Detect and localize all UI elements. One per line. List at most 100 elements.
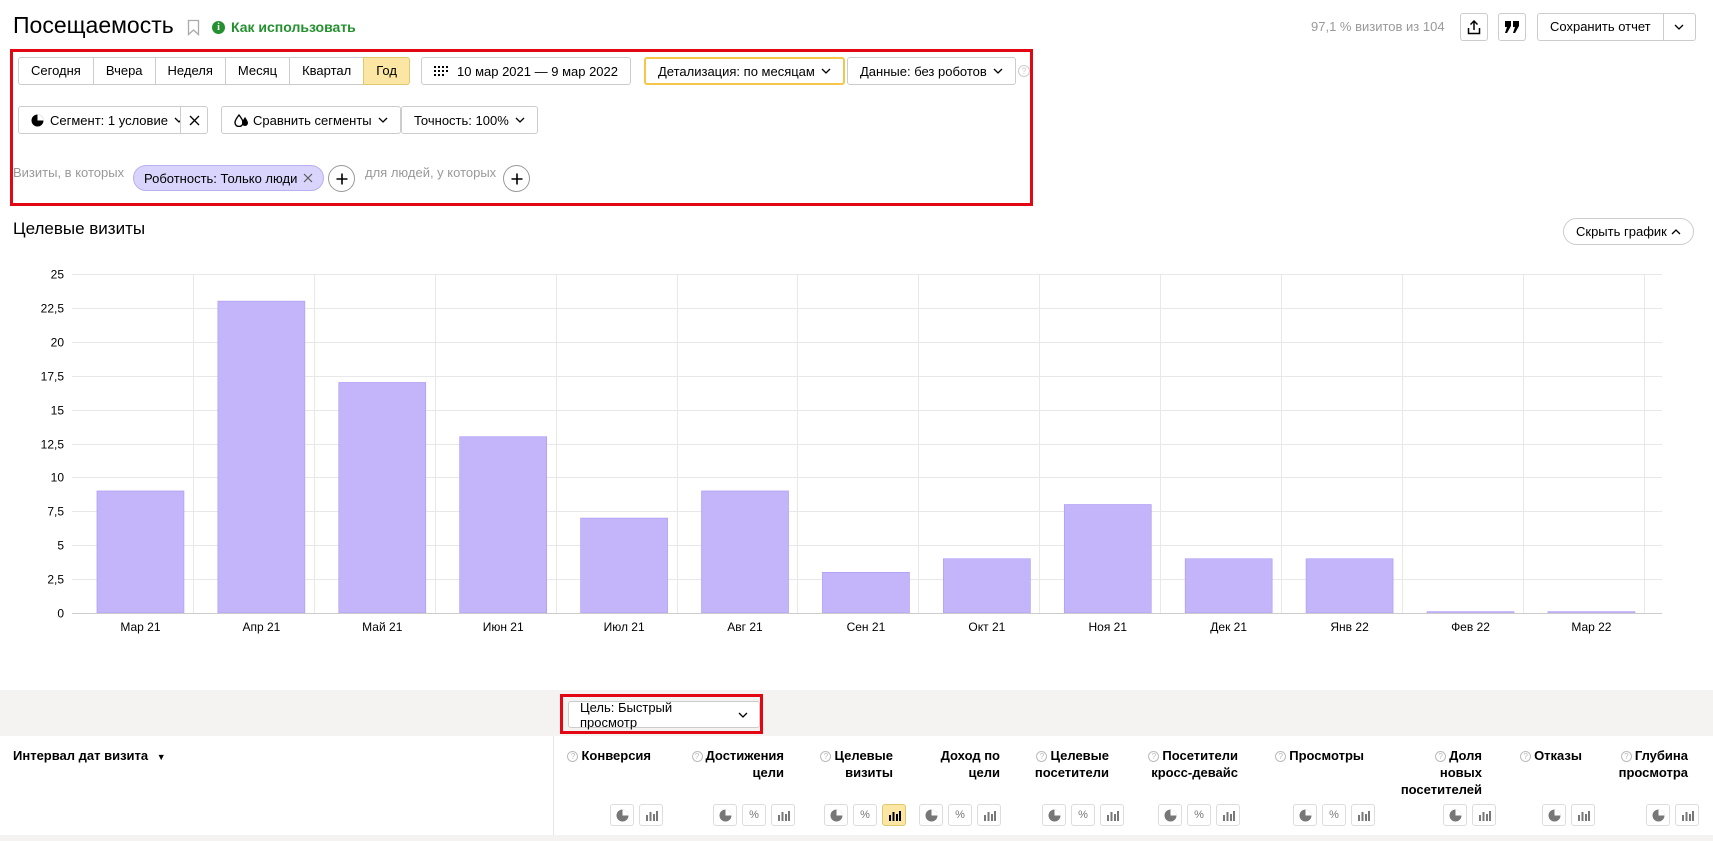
filters-panel: Сегодня Вчера Неделя Месяц Квартал Год 10 мар… <box>10 49 1033 206</box>
close-icon[interactable] <box>303 173 313 183</box>
chevron-down-icon <box>993 68 1003 74</box>
comment-button[interactable] <box>1498 13 1526 41</box>
bar-chart-icon[interactable] <box>1100 804 1124 826</box>
help-icon[interactable]: ? <box>1148 751 1160 762</box>
bar <box>1426 611 1515 614</box>
column-header-label: цели <box>968 765 1000 780</box>
column-header-6[interactable]: ? Просмотры <box>1275 747 1364 764</box>
clear-segment-button[interactable] <box>180 106 208 134</box>
column-header-7[interactable]: ? Доля новых посетителей <box>1401 747 1482 798</box>
percent-icon[interactable]: % <box>1187 804 1211 826</box>
y-tick-label: 2,5 <box>47 573 64 587</box>
column-view-icons <box>1443 804 1496 826</box>
save-report-button[interactable]: Сохранить отчет <box>1537 13 1696 41</box>
pie-chart-icon[interactable] <box>919 804 943 826</box>
column-header-label: новых <box>1439 765 1482 780</box>
goal-dropdown[interactable]: Цель: Быстрый просмотр <box>568 700 760 730</box>
x-tick-label: Авг 21 <box>727 620 763 634</box>
chart-title: Целевые визиты <box>13 219 146 238</box>
help-icon[interactable]: ? <box>567 751 579 762</box>
bar-chart-icon[interactable] <box>1351 804 1375 826</box>
add-people-condition-button[interactable] <box>503 165 530 192</box>
bar-chart-icon[interactable] <box>1571 804 1595 826</box>
percent-icon[interactable]: % <box>948 804 972 826</box>
accuracy-dropdown[interactable]: Точность: 100% <box>401 106 538 134</box>
column-header-5[interactable]: ? Посетители кросс-девайс <box>1148 747 1238 781</box>
data-dropdown[interactable]: Данные: без роботов <box>847 57 1016 85</box>
column-header-label: Просмотры <box>1289 748 1364 763</box>
robotness-chip[interactable]: Роботность: Только люди <box>133 165 325 191</box>
help-icon[interactable]: ? <box>1435 751 1447 762</box>
period-button-0[interactable]: Сегодня <box>18 57 94 85</box>
pie-chart-icon[interactable] <box>713 804 737 826</box>
column-header-2[interactable]: ? Целевые визиты <box>820 747 893 781</box>
column-view-icons: % <box>713 804 795 826</box>
compare-segments-dropdown[interactable]: Сравнить сегменты <box>221 106 401 134</box>
y-tick-label: 12,5 <box>41 438 65 452</box>
date-interval-column-header[interactable]: Интервал дат визита ▼ <box>13 748 166 763</box>
bar-chart-icon[interactable] <box>1472 804 1496 826</box>
segment-dropdown[interactable]: Сегмент: 1 условие <box>18 106 197 134</box>
column-header-9[interactable]: ? Глубина просмотра <box>1619 747 1688 781</box>
help-icon[interactable]: ? <box>691 751 703 762</box>
column-view-icons <box>610 804 663 826</box>
pie-chart-icon[interactable] <box>1158 804 1182 826</box>
column-header-0[interactable]: ? Конверсия <box>567 747 651 764</box>
chevron-down-icon <box>738 712 748 718</box>
plus-icon <box>511 173 522 184</box>
hide-chart-button[interactable]: Скрыть график <box>1563 218 1694 245</box>
pie-chart-icon[interactable] <box>1443 804 1467 826</box>
help-icon[interactable]: ? <box>1018 65 1030 77</box>
column-header-4[interactable]: ? Целевые посетители <box>1035 747 1109 781</box>
y-tick-label: 0 <box>57 607 64 621</box>
pie-chart-icon[interactable] <box>610 804 634 826</box>
column-header-1[interactable]: ? Достижения цели <box>691 747 784 781</box>
pie-chart-icon[interactable] <box>1542 804 1566 826</box>
y-tick-label: 7,5 <box>47 505 64 519</box>
column-header-label: Глубина <box>1634 748 1688 763</box>
bar-chart-icon[interactable] <box>771 804 795 826</box>
bar-chart-icon[interactable] <box>977 804 1001 826</box>
percent-icon[interactable]: % <box>742 804 766 826</box>
period-button-2[interactable]: Неделя <box>154 57 226 85</box>
page-header: Посещаемость i Как использовать 97,1 % в… <box>0 0 1713 50</box>
pie-chart-icon[interactable] <box>1646 804 1670 826</box>
column-header-8[interactable]: ? Отказы <box>1520 747 1582 764</box>
bookmark-icon[interactable] <box>187 19 200 36</box>
pie-chart-icon[interactable] <box>824 804 848 826</box>
period-button-3[interactable]: Месяц <box>224 57 291 85</box>
data-label: Данные: без роботов <box>860 63 987 79</box>
bar-chart-icon[interactable] <box>1216 804 1240 826</box>
detail-dropdown[interactable]: Детализация: по месяцам <box>644 57 845 85</box>
compare-segments-label: Сравнить сегменты <box>253 112 372 128</box>
period-button-4[interactable]: Квартал <box>289 57 365 85</box>
add-visit-condition-button[interactable] <box>328 165 355 192</box>
percent-icon[interactable]: % <box>1071 804 1095 826</box>
percent-icon[interactable]: % <box>1322 804 1346 826</box>
share-icon <box>1467 19 1481 34</box>
period-button-5[interactable]: Год <box>363 57 410 85</box>
date-range-picker[interactable]: 10 мар 2021 — 9 мар 2022 <box>421 57 631 85</box>
date-interval-label: Интервал дат визита <box>13 748 149 763</box>
bar-chart-icon[interactable] <box>882 804 906 826</box>
save-report-dropdown[interactable] <box>1662 14 1695 40</box>
column-header-3[interactable]: Доход по цели <box>941 747 1000 781</box>
help-icon[interactable]: ? <box>1275 751 1287 762</box>
bar-chart-icon[interactable] <box>639 804 663 826</box>
help-icon[interactable]: ? <box>1520 751 1532 762</box>
help-icon[interactable]: ? <box>1036 751 1048 762</box>
pie-chart-icon[interactable] <box>1293 804 1317 826</box>
how-to-use-link[interactable]: i Как использовать <box>212 19 356 35</box>
pie-chart-icon[interactable] <box>1042 804 1066 826</box>
column-view-icons <box>1542 804 1595 826</box>
bar-chart-icon[interactable] <box>1675 804 1699 826</box>
x-tick-label: Янв 22 <box>1330 620 1369 634</box>
export-button[interactable] <box>1460 13 1488 41</box>
sort-desc-icon[interactable]: ▼ <box>157 752 166 762</box>
help-icon[interactable]: ? <box>820 751 832 762</box>
period-button-1[interactable]: Вчера <box>92 57 156 85</box>
x-tick-label: Июн 21 <box>483 620 524 634</box>
help-icon[interactable]: ? <box>1620 751 1632 762</box>
bar <box>1063 504 1152 614</box>
percent-icon[interactable]: % <box>853 804 877 826</box>
